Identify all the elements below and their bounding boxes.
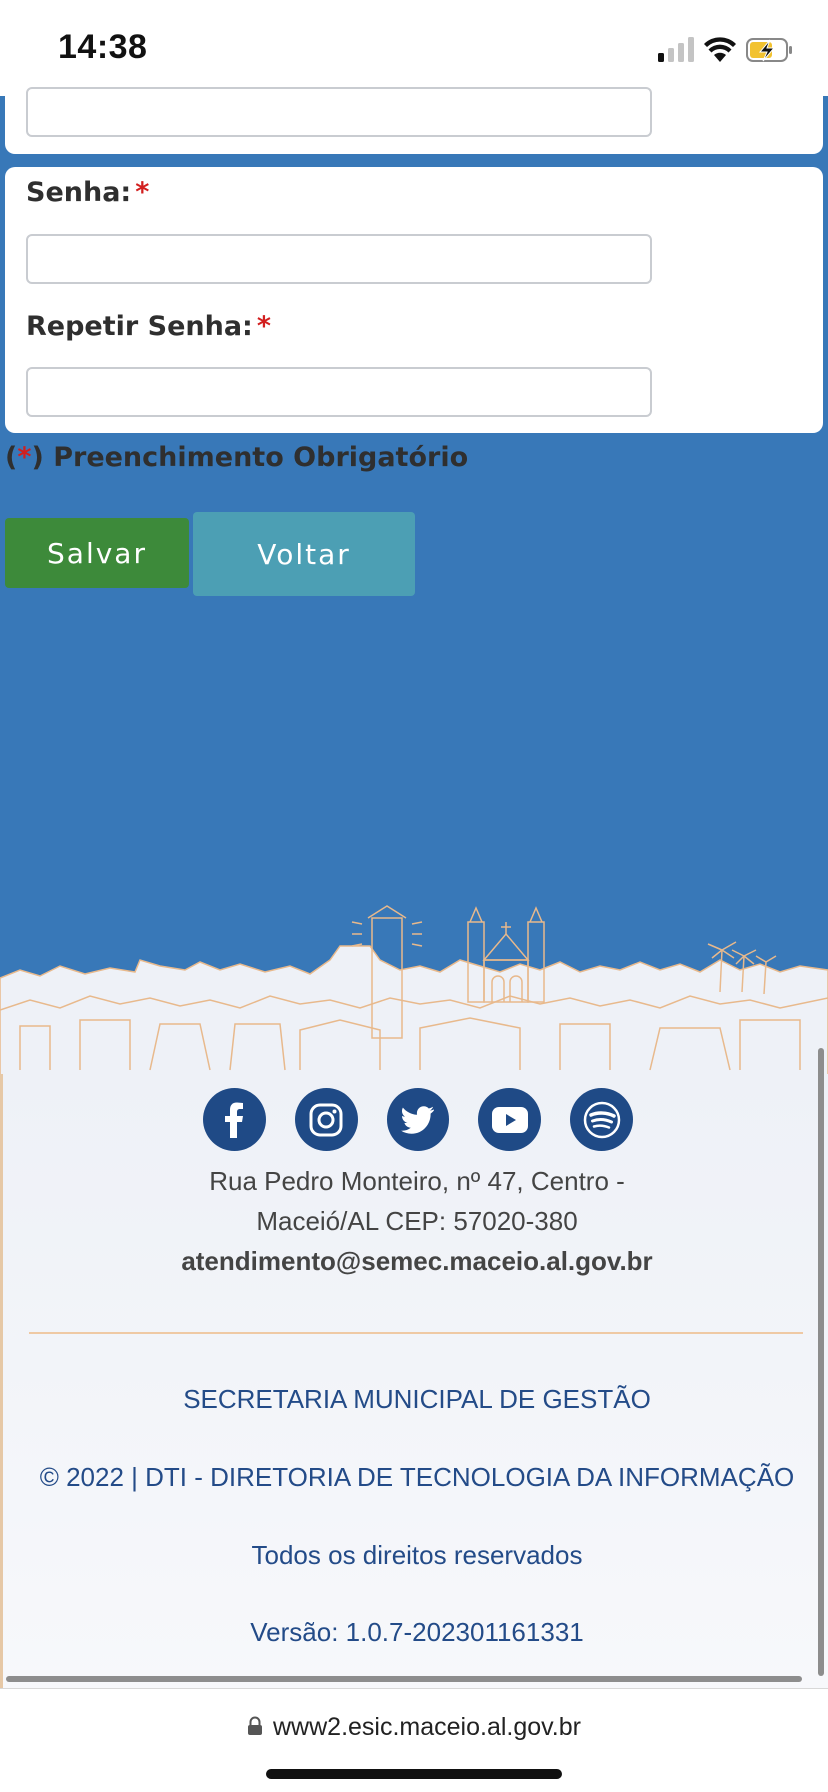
senha-label-text: Senha: bbox=[26, 177, 132, 208]
address-line-2: Maceió/AL CEP: 57020-380 bbox=[256, 1206, 578, 1236]
url-text: www2.esic.maceio.al.gov.br bbox=[273, 1713, 581, 1741]
footer: Rua Pedro Monteiro, nº 47, Centro - Mace… bbox=[0, 1074, 828, 1688]
status-time: 14:38 bbox=[58, 28, 148, 66]
city-skyline-illustration bbox=[0, 905, 828, 1075]
url-display[interactable]: www2.esic.maceio.al.gov.br bbox=[0, 1713, 828, 1743]
home-indicator[interactable] bbox=[266, 1769, 562, 1779]
battery-charging-icon bbox=[746, 38, 792, 62]
youtube-icon[interactable] bbox=[478, 1088, 542, 1151]
copyright-text: © 2022 | DTI - DIRETORIA DE TECNOLOGIA D… bbox=[39, 1462, 795, 1492]
senha-label: Senha: * bbox=[26, 177, 149, 208]
footer-divider bbox=[29, 1332, 803, 1334]
save-button[interactable]: Salvar bbox=[5, 518, 189, 588]
instagram-icon[interactable] bbox=[294, 1088, 358, 1151]
social-links bbox=[203, 1088, 633, 1154]
back-button[interactable]: Voltar bbox=[193, 512, 415, 596]
required-star: * bbox=[135, 177, 150, 208]
required-note: (*) Preenchimento Obrigatório bbox=[5, 442, 468, 473]
required-note-star: * bbox=[17, 442, 32, 473]
rights-text: Todos os direitos reservados bbox=[251, 1540, 583, 1570]
lock-icon bbox=[247, 1714, 263, 1743]
previous-field-input[interactable] bbox=[26, 87, 652, 137]
spotify-icon[interactable] bbox=[570, 1088, 633, 1151]
facebook-icon[interactable] bbox=[203, 1088, 266, 1151]
browser-url-bar[interactable]: www2.esic.maceio.al.gov.br bbox=[0, 1688, 828, 1792]
version-text: Versão: 1.0.7-202301161331 bbox=[250, 1617, 584, 1647]
twitter-icon[interactable] bbox=[386, 1088, 450, 1151]
wifi-icon bbox=[704, 37, 736, 62]
contact-email[interactable]: atendimento@semec.maceio.al.gov.br bbox=[3, 1246, 828, 1277]
status-icons bbox=[658, 36, 794, 68]
cellular-signal-icon bbox=[658, 37, 694, 62]
secretaria-text: SECRETARIA MUNICIPAL DE GESTÃO bbox=[183, 1384, 651, 1414]
required-note-open: ( bbox=[5, 442, 18, 473]
password-card: Senha: * Repetir Senha: * bbox=[5, 167, 823, 433]
address-line-1: Rua Pedro Monteiro, nº 47, Centro - bbox=[209, 1166, 625, 1196]
form-card-previous bbox=[5, 82, 823, 154]
horizontal-scrollbar[interactable] bbox=[6, 1676, 802, 1682]
vertical-scrollbar[interactable] bbox=[818, 1048, 824, 1676]
required-note-text: ) Preenchimento Obrigatório bbox=[31, 442, 469, 473]
repetir-senha-input[interactable] bbox=[26, 367, 652, 417]
required-star: * bbox=[256, 311, 271, 342]
repetir-senha-label-text: Repetir Senha: bbox=[26, 311, 253, 342]
senha-input[interactable] bbox=[26, 234, 652, 284]
repetir-senha-label: Repetir Senha: * bbox=[26, 311, 271, 342]
